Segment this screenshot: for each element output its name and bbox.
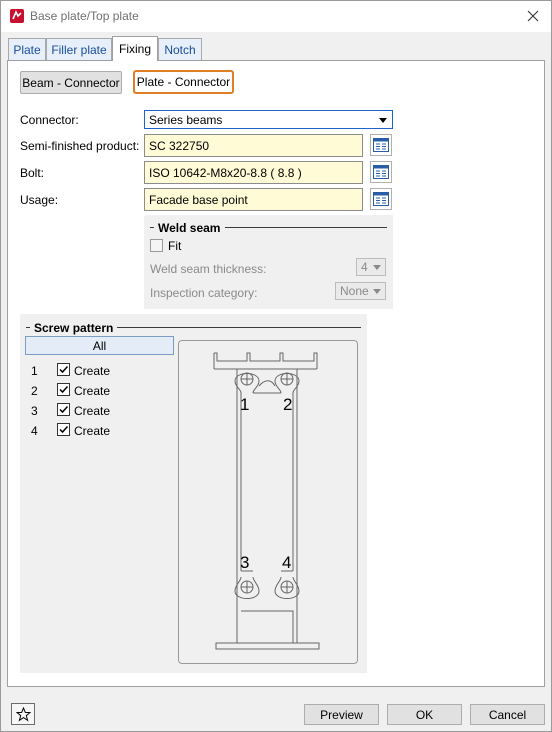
weld-seam-rule-right — [225, 227, 387, 228]
screw-create-checkbox-2[interactable] — [57, 383, 70, 396]
app-icon — [9, 8, 25, 24]
close-icon — [527, 10, 539, 22]
inspection-category-value: None — [340, 284, 369, 298]
library-icon — [373, 192, 389, 206]
checkmark-icon — [59, 425, 69, 434]
weld-seam-rule-left — [150, 227, 154, 228]
screw-row-number: 4 — [31, 424, 38, 438]
usage-field[interactable]: Facade base point — [144, 188, 363, 211]
fit-label: Fit — [168, 239, 182, 253]
weld-thickness-value: 4 — [361, 260, 368, 274]
screw-create-label: Create — [74, 424, 111, 438]
screw-create-checkbox-3[interactable] — [57, 403, 70, 416]
preview-button[interactable]: Preview — [304, 704, 379, 725]
screw-marker-label: 4 — [282, 553, 292, 572]
screw-pattern-rule-left — [26, 327, 30, 328]
favorite-button[interactable] — [11, 703, 35, 725]
inspection-category-select[interactable]: None — [335, 282, 386, 300]
close-button[interactable] — [520, 4, 546, 28]
checkmark-icon — [59, 385, 69, 394]
plate-connector-button[interactable]: Plate - Connector — [133, 70, 234, 94]
connector-label: Connector: — [20, 113, 79, 127]
weld-thickness-select[interactable]: 4 — [356, 258, 386, 276]
bolt-label: Bolt: — [20, 166, 45, 180]
chevron-down-icon — [373, 289, 381, 294]
library-icon — [373, 165, 389, 179]
screw-create-label: Create — [74, 384, 111, 398]
usage-library-button[interactable] — [370, 188, 392, 210]
weld-seam-title: Weld seam — [158, 221, 221, 235]
tab-fixing[interactable]: Fixing — [112, 36, 158, 61]
profile-drawing — [213, 352, 320, 650]
chevron-down-icon — [379, 118, 387, 123]
screw-create-label: Create — [74, 364, 111, 378]
connector-value: Series beams — [149, 112, 223, 127]
bolt-library-button[interactable] — [370, 161, 392, 183]
usage-label: Usage: — [20, 193, 59, 207]
screw-create-checkbox-1[interactable] — [57, 363, 70, 376]
screw-marker-label: 3 — [240, 553, 250, 572]
screw-pattern-title: Screw pattern — [34, 321, 114, 335]
ok-button[interactable]: OK — [387, 704, 462, 725]
fit-checkbox[interactable] — [150, 239, 163, 252]
bolt-field[interactable]: ISO 10642-M8x20-8.8 ( 8.8 ) — [144, 161, 363, 184]
screw-pattern-rule-right — [117, 327, 361, 328]
star-icon — [15, 706, 31, 721]
footer-bar — [1, 690, 551, 731]
semi-finished-label: Semi-finished product: — [20, 139, 140, 153]
checkmark-icon — [59, 365, 69, 374]
all-button[interactable]: All — [25, 336, 174, 355]
window-title: Base plate/Top plate — [30, 9, 139, 23]
semi-finished-library-button[interactable] — [370, 134, 392, 156]
screw-create-label: Create — [74, 404, 111, 418]
tab-filler-plate[interactable]: Filler plate — [46, 38, 112, 60]
tab-plate[interactable]: Plate — [8, 38, 46, 60]
screw-row-number: 1 — [31, 364, 38, 378]
tab-notch[interactable]: Notch — [158, 38, 202, 60]
inspection-category-label: Inspection category: — [150, 286, 258, 300]
screw-row-number: 3 — [31, 404, 38, 418]
cancel-button[interactable]: Cancel — [470, 704, 545, 725]
screw-pattern-preview: 1 2 3 4 — [178, 340, 358, 664]
connector-select[interactable]: Series beams — [144, 110, 393, 129]
chevron-down-icon — [373, 265, 381, 270]
weld-thickness-label: Weld seam thickness: — [150, 262, 267, 276]
screw-marker-label: 1 — [240, 395, 250, 414]
library-icon — [373, 138, 389, 152]
beam-connector-button[interactable]: Beam - Connector — [20, 71, 122, 94]
checkmark-icon — [59, 405, 69, 414]
semi-finished-field[interactable]: SC 322750 — [144, 134, 363, 157]
screw-row-number: 2 — [31, 384, 38, 398]
screw-marker-label: 2 — [283, 395, 293, 414]
screw-create-checkbox-4[interactable] — [57, 423, 70, 436]
